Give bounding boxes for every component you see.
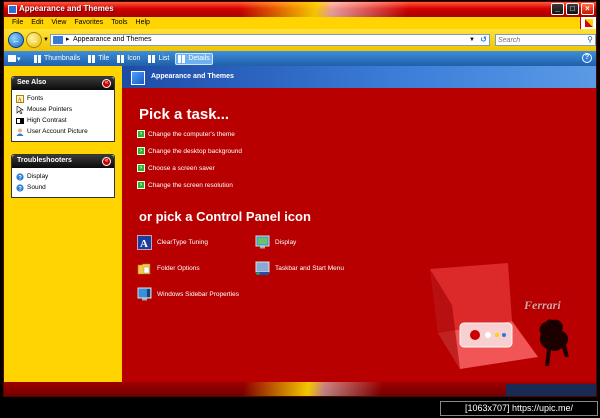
view-list[interactable]: List xyxy=(146,53,171,65)
history-dropdown-icon[interactable]: ▼ xyxy=(43,37,49,43)
green-arrow-icon: › xyxy=(137,147,145,155)
prancing-horse-icon xyxy=(539,319,569,366)
fonts-icon: A xyxy=(16,94,24,103)
view-details[interactable]: Details xyxy=(175,52,213,65)
cp-folder-options[interactable]: Folder Options xyxy=(137,261,200,276)
bottom-swoosh xyxy=(164,382,484,396)
content-title: Appearance and Themes xyxy=(151,73,234,80)
menu-favorites[interactable]: Favorites xyxy=(70,17,107,29)
menu-bar: File Edit View Favorites Tools Help xyxy=(4,17,596,29)
control-panel-crumb-icon xyxy=(53,36,63,44)
sidebar-properties-icon xyxy=(137,287,152,301)
address-bar: ← → ▼ ▸ Appearance and Themes ▼ ↺ ⚲ xyxy=(4,29,596,51)
svg-text:A: A xyxy=(18,97,23,103)
breadcrumb[interactable]: Appearance and Themes xyxy=(73,35,151,45)
task-choose-screensaver[interactable]: › Choose a screen saver xyxy=(137,164,215,172)
address-dropdown-icon[interactable]: ▼ xyxy=(469,35,475,45)
svg-text:A: A xyxy=(140,238,148,250)
view-toolbar: ▾ Thumbnails Tile Icon List Details ? xyxy=(4,51,596,66)
minimize-button[interactable]: _ xyxy=(551,3,564,15)
pick-task-heading: Pick a task... xyxy=(139,106,230,123)
refresh-icon[interactable]: ↺ xyxy=(480,35,487,45)
task-change-resolution[interactable]: › Change the screen resolution xyxy=(137,181,233,189)
menu-tools[interactable]: Tools xyxy=(107,17,131,29)
troubleshooters-panel: Troubleshooters « ? Display ? Sound xyxy=(11,154,115,198)
windows-flag-icon xyxy=(580,17,596,29)
sidebar-item-fonts[interactable]: A Fonts xyxy=(16,93,110,104)
help-troubleshoot-icon: ? xyxy=(16,183,24,192)
task-change-theme[interactable]: › Change the computer's theme xyxy=(137,130,235,138)
task-pane: See Also « A Fonts Mouse Pointers High C… xyxy=(4,66,122,382)
help-troubleshoot-icon: ? xyxy=(16,172,24,181)
views-menu-button[interactable]: ▾ xyxy=(8,53,28,64)
tile-icon xyxy=(88,54,97,63)
ferrari-wordmark: Ferrari xyxy=(524,298,561,312)
appearance-themes-icon xyxy=(131,71,145,85)
search-input[interactable] xyxy=(496,35,582,45)
menu-file[interactable]: File xyxy=(8,17,27,29)
menu-view[interactable]: View xyxy=(47,17,70,29)
control-panel-icon xyxy=(8,5,17,14)
green-arrow-icon: › xyxy=(137,164,145,172)
sidebar-item-display[interactable]: ? Display xyxy=(16,171,110,182)
high-contrast-icon xyxy=(16,117,24,124)
cp-cleartype-tuning[interactable]: A ClearType Tuning xyxy=(137,235,208,250)
forward-button[interactable]: → xyxy=(26,32,42,48)
menu-edit[interactable]: Edit xyxy=(27,17,47,29)
address-input[interactable]: ▸ Appearance and Themes ▼ ↺ xyxy=(50,34,490,46)
green-arrow-icon: › xyxy=(137,181,145,189)
collapse-icon[interactable]: « xyxy=(102,157,111,166)
menu-help[interactable]: Help xyxy=(132,17,154,29)
explorer-window: Appearance and Themes _ □ × File Edit Vi… xyxy=(3,1,597,397)
troubleshooters-header[interactable]: Troubleshooters « xyxy=(12,155,114,168)
svg-text:?: ? xyxy=(18,186,22,192)
list-icon xyxy=(148,54,157,63)
task-change-background[interactable]: › Change the desktop background xyxy=(137,147,242,155)
sidebar-item-high-contrast[interactable]: High Contrast xyxy=(16,115,110,126)
see-also-header[interactable]: See Also « xyxy=(12,77,114,90)
icon-view-icon xyxy=(117,54,126,63)
thumbnails-icon xyxy=(34,54,42,63)
cp-taskbar-start-menu[interactable]: Taskbar and Start Menu xyxy=(255,261,344,276)
details-icon xyxy=(178,54,187,63)
user-account-icon xyxy=(16,128,24,136)
mouse-pointer-icon xyxy=(16,105,24,114)
folder-icon xyxy=(137,263,151,275)
see-also-panel: See Also « A Fonts Mouse Pointers High C… xyxy=(11,76,115,142)
resolution-badge: [1063x707] https://upic.me/ xyxy=(440,401,598,416)
back-button[interactable]: ← xyxy=(8,32,24,48)
close-button[interactable]: × xyxy=(581,3,594,15)
taskbar-icon xyxy=(255,261,270,275)
sidebar-item-sound[interactable]: ? Sound xyxy=(16,182,110,193)
view-icon[interactable]: Icon xyxy=(115,53,142,65)
taskbar-tray xyxy=(506,384,596,396)
window-title: Appearance and Themes xyxy=(19,4,114,13)
pick-icon-heading: or pick a Control Panel icon xyxy=(139,209,311,224)
title-bar[interactable]: Appearance and Themes _ □ × xyxy=(4,2,596,17)
bottom-stripe xyxy=(4,382,596,396)
collapse-icon[interactable]: « xyxy=(102,79,111,88)
sidebar-item-user-account-picture[interactable]: User Account Picture xyxy=(16,126,110,137)
maximize-button[interactable]: □ xyxy=(566,3,579,15)
search-box[interactable]: ⚲ xyxy=(495,34,596,46)
view-tile[interactable]: Tile xyxy=(86,53,111,65)
help-icon[interactable]: ? xyxy=(582,53,592,63)
view-thumbnails[interactable]: Thumbnails xyxy=(32,53,82,65)
ferrari-decoration xyxy=(430,263,538,369)
green-arrow-icon: › xyxy=(137,130,145,138)
content-pane: Appearance and Themes Pick a task... › C… xyxy=(122,66,596,382)
cp-windows-sidebar-properties[interactable]: Windows Sidebar Properties xyxy=(137,287,239,302)
cp-display[interactable]: Display xyxy=(255,235,296,250)
cleartype-icon: A xyxy=(137,235,152,250)
breadcrumb-separator: ▸ xyxy=(66,36,70,43)
display-icon xyxy=(255,235,270,249)
svg-text:?: ? xyxy=(18,175,22,181)
content-header: Appearance and Themes xyxy=(122,66,596,88)
title-swoosh xyxy=(114,2,534,17)
views-icon xyxy=(8,55,16,62)
sidebar-item-mouse-pointers[interactable]: Mouse Pointers xyxy=(16,104,110,115)
search-icon[interactable]: ⚲ xyxy=(587,35,593,45)
